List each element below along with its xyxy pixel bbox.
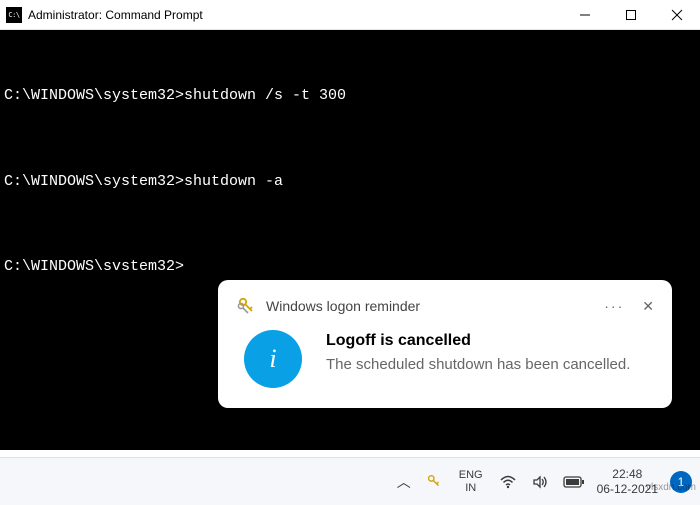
toast-body: i Logoff is cancelled The scheduled shut…: [236, 330, 654, 388]
command: shutdown -a: [184, 173, 283, 190]
terminal-line: C:\WINDOWS\system32>shutdown /s -t 300: [4, 85, 696, 108]
toast-more-button[interactable]: ···: [604, 298, 624, 314]
language-indicator[interactable]: ENG IN: [453, 469, 489, 493]
lang-code: ENG: [459, 469, 483, 481]
toast-app-name: Windows logon reminder: [266, 298, 604, 314]
minimize-button[interactable]: [562, 0, 608, 30]
clock-time: 22:48: [612, 467, 642, 481]
taskbar: ︿ ENG IN: [0, 457, 700, 505]
command: shutdown /s -t 300: [184, 87, 346, 104]
prompt: C:\WINDOWS\system32>: [4, 87, 184, 104]
notification-badge[interactable]: 1: [670, 471, 692, 493]
info-icon: i: [244, 330, 302, 388]
window-title: Administrator: Command Prompt: [28, 8, 562, 22]
toast-text: Logoff is cancelled The scheduled shutdo…: [326, 330, 630, 375]
toast-header: Windows logon reminder ··· ✕: [236, 296, 654, 316]
clock[interactable]: 22:48 06-12-2021: [595, 467, 660, 496]
toast-heading: Logoff is cancelled: [326, 332, 630, 350]
terminal-line: C:\WINDOWS\system32>shutdown -a: [4, 171, 696, 194]
tray-keys-icon[interactable]: [421, 473, 447, 491]
toast-message: The scheduled shutdown has been cancelle…: [326, 354, 630, 375]
prompt: C:\WINDOWS\svstem32>: [4, 258, 184, 275]
window-controls: [562, 0, 700, 30]
window-titlebar: C:\ Administrator: Command Prompt: [0, 0, 700, 30]
system-tray: ︿ ENG IN: [393, 467, 692, 496]
terminal-line: C:\WINDOWS\svstem32>: [4, 256, 696, 279]
prompt: C:\WINDOWS\system32>: [4, 173, 184, 190]
wifi-icon[interactable]: [495, 473, 521, 491]
close-button[interactable]: [654, 0, 700, 30]
tray-overflow-button[interactable]: ︿: [393, 472, 415, 492]
keys-icon: [236, 296, 256, 316]
clock-date: 06-12-2021: [597, 482, 658, 496]
toast-close-button[interactable]: ✕: [642, 298, 654, 315]
maximize-button[interactable]: [608, 0, 654, 30]
volume-icon[interactable]: [527, 473, 553, 491]
cmd-icon: C:\: [6, 7, 22, 23]
lang-region: IN: [465, 482, 476, 494]
notification-toast: Windows logon reminder ··· ✕ i Logoff is…: [218, 280, 672, 408]
battery-icon[interactable]: [559, 475, 589, 489]
